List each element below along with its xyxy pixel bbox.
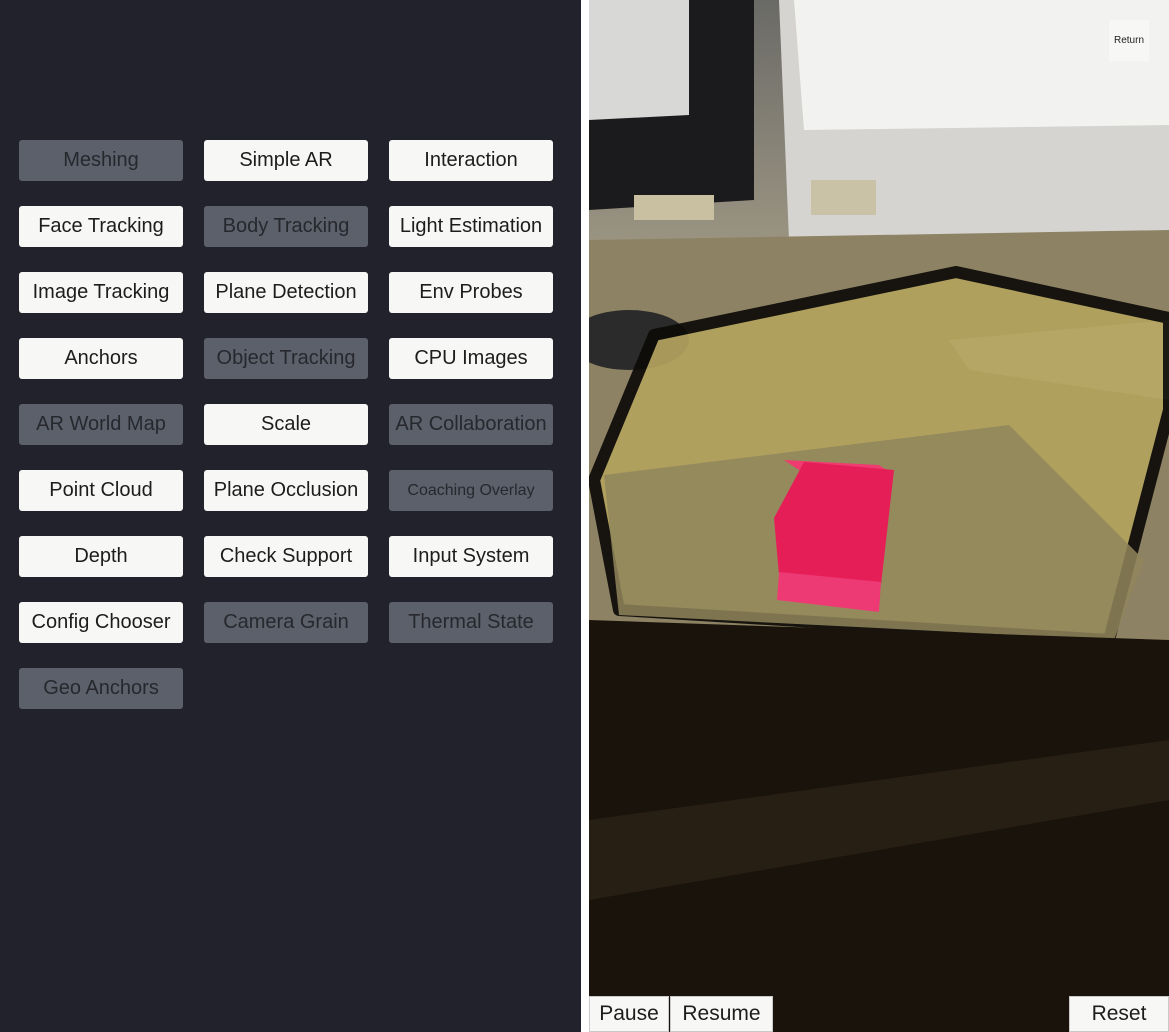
sample-menu-panel: Meshing Simple AR Interaction Face Track…: [0, 0, 581, 1032]
env-probes-button[interactable]: Env Probes: [389, 272, 553, 313]
plane-occlusion-button[interactable]: Plane Occlusion: [204, 470, 368, 511]
ar-scene: [589, 0, 1169, 1032]
monitor-right-sticker: [811, 180, 876, 215]
face-tracking-button[interactable]: Face Tracking: [19, 206, 183, 247]
cpu-images-button[interactable]: CPU Images: [389, 338, 553, 379]
sample-menu-grid: Meshing Simple AR Interaction Face Track…: [19, 140, 553, 709]
plane-detection-button[interactable]: Plane Detection: [204, 272, 368, 313]
depth-button[interactable]: Depth: [19, 536, 183, 577]
pause-button[interactable]: Pause: [589, 996, 669, 1032]
return-button[interactable]: Return: [1109, 20, 1149, 61]
ar-world-map-button[interactable]: AR World Map: [19, 404, 183, 445]
interaction-button[interactable]: Interaction: [389, 140, 553, 181]
camera-grain-button[interactable]: Camera Grain: [204, 602, 368, 643]
simple-ar-button[interactable]: Simple AR: [204, 140, 368, 181]
check-support-button[interactable]: Check Support: [204, 536, 368, 577]
geo-anchors-button[interactable]: Geo Anchors: [19, 668, 183, 709]
reset-button[interactable]: Reset: [1069, 996, 1169, 1032]
coaching-overlay-button[interactable]: Coaching Overlay: [389, 470, 553, 511]
point-cloud-button[interactable]: Point Cloud: [19, 470, 183, 511]
thermal-state-button[interactable]: Thermal State: [389, 602, 553, 643]
body-tracking-button[interactable]: Body Tracking: [204, 206, 368, 247]
object-tracking-button[interactable]: Object Tracking: [204, 338, 368, 379]
ar-collaboration-button[interactable]: AR Collaboration: [389, 404, 553, 445]
monitor-left-sticker: [634, 195, 714, 220]
anchors-button[interactable]: Anchors: [19, 338, 183, 379]
scale-button[interactable]: Scale: [204, 404, 368, 445]
image-tracking-button[interactable]: Image Tracking: [19, 272, 183, 313]
input-system-button[interactable]: Input System: [389, 536, 553, 577]
config-chooser-button[interactable]: Config Chooser: [19, 602, 183, 643]
monitor-left-screen: [589, 0, 689, 120]
meshing-button[interactable]: Meshing: [19, 140, 183, 181]
resume-button[interactable]: Resume: [670, 996, 773, 1032]
ar-camera-view[interactable]: Return Pause Resume Reset: [589, 0, 1169, 1032]
light-estimation-button[interactable]: Light Estimation: [389, 206, 553, 247]
panel-divider: [581, 0, 589, 1032]
